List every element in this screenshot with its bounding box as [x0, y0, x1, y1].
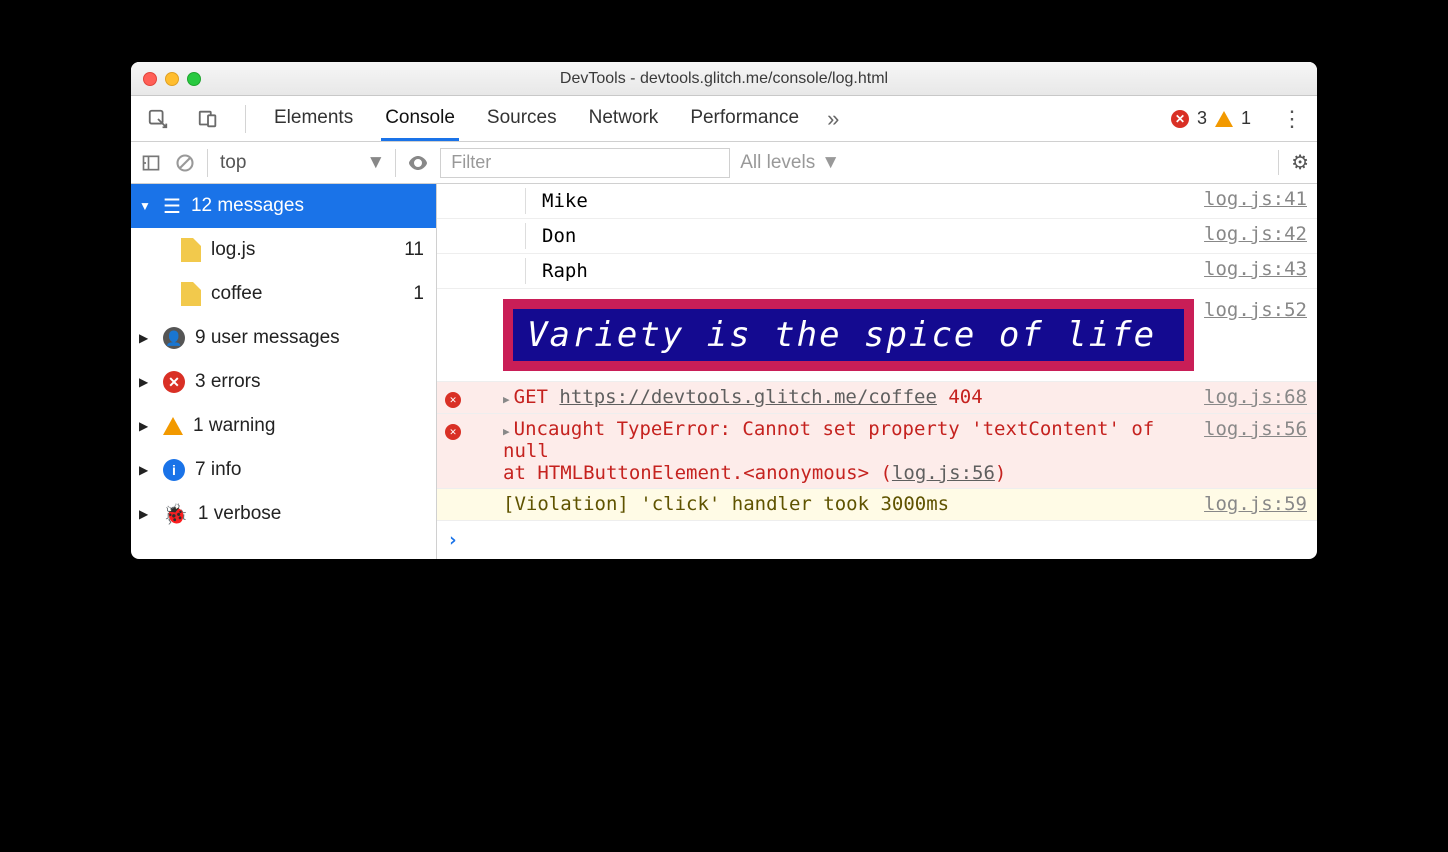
error-icon: ✕ — [163, 371, 185, 393]
tab-sources[interactable]: Sources — [483, 97, 561, 141]
window-title: DevTools - devtools.glitch.me/console/lo… — [131, 70, 1317, 88]
sidebar-warnings[interactable]: 1 warning — [131, 404, 436, 448]
toggle-sidebar-icon[interactable] — [139, 153, 163, 173]
file-count: 1 — [413, 283, 424, 305]
group-label: 1 warning — [193, 415, 275, 437]
filter-input[interactable] — [440, 148, 730, 178]
log-row-network-error[interactable]: ✕ GET https://devtools.glitch.me/coffee … — [437, 382, 1317, 414]
devtools-window: DevTools - devtools.glitch.me/console/lo… — [131, 62, 1317, 559]
error-icon: ✕ — [445, 392, 461, 408]
user-icon: 👤 — [163, 327, 185, 349]
tab-network[interactable]: Network — [585, 97, 663, 141]
log-text: Mike — [525, 188, 1204, 214]
status-badges: ✕ 3 1 — [1171, 108, 1251, 129]
stack-tail: ) — [995, 462, 1006, 484]
sidebar-file-coffee[interactable]: coffee 1 — [131, 272, 436, 316]
file-name: log.js — [211, 239, 255, 261]
log-row-violation[interactable]: [Violation] 'click' handler took 3000ms … — [437, 489, 1317, 521]
context-value: top — [220, 152, 246, 174]
file-icon — [181, 238, 201, 262]
settings-menu-icon[interactable]: ⋮ — [1275, 106, 1309, 132]
error-icon: ✕ — [1171, 110, 1189, 128]
warning-icon — [163, 417, 183, 435]
warning-icon — [1215, 111, 1233, 127]
console-toolbar: top ▼ All levels ▼ ⚙ — [131, 142, 1317, 184]
sidebar-info[interactable]: i 7 info — [131, 448, 436, 492]
gear-icon[interactable]: ⚙ — [1278, 150, 1309, 175]
more-tabs-icon[interactable]: » — [827, 106, 839, 132]
log-source-link[interactable]: log.js:59 — [1204, 493, 1307, 515]
tab-console[interactable]: Console — [381, 97, 459, 141]
styled-log-text: Variety is the spice of life — [503, 299, 1194, 371]
info-icon: i — [163, 459, 185, 481]
divider — [395, 149, 396, 177]
inspect-icon[interactable] — [145, 108, 171, 130]
chevron-right-icon — [139, 463, 153, 477]
request-url[interactable]: https://devtools.glitch.me/coffee — [559, 386, 937, 408]
stack-location-link[interactable]: log.js:56 — [892, 462, 995, 484]
console-sidebar: ☰ 12 messages log.js 11 coffee 1 👤 9 use… — [131, 184, 437, 559]
exception-stack: at HTMLButtonElement.<anonymous> ( — [503, 462, 892, 484]
chevron-right-icon — [139, 419, 153, 433]
levels-label: All levels — [740, 152, 815, 174]
chevron-right-icon — [503, 386, 514, 408]
file-name: coffee — [211, 283, 262, 305]
log-source-link[interactable]: log.js:41 — [1204, 188, 1307, 210]
log-row-styled[interactable]: Variety is the spice of life log.js:52 — [437, 289, 1317, 382]
log-source-link[interactable]: log.js:43 — [1204, 258, 1307, 280]
method: GET — [514, 386, 548, 408]
log-source-link[interactable]: log.js:68 — [1204, 386, 1307, 408]
device-toggle-icon[interactable] — [195, 108, 221, 130]
sidebar-errors[interactable]: ✕ 3 errors — [131, 360, 436, 404]
log-row[interactable]: Mike log.js:41 — [437, 184, 1317, 219]
warning-count[interactable]: 1 — [1241, 108, 1251, 129]
sidebar-messages-label: 12 messages — [191, 195, 304, 217]
dropdown-icon: ▼ — [366, 152, 385, 174]
group-label: 1 verbose — [198, 503, 281, 525]
window-titlebar: DevTools - devtools.glitch.me/console/lo… — [131, 62, 1317, 96]
file-count: 11 — [404, 239, 424, 261]
dropdown-icon: ▼ — [821, 152, 840, 174]
sidebar-user-messages[interactable]: 👤 9 user messages — [131, 316, 436, 360]
sidebar-verbose[interactable]: 🐞 1 verbose — [131, 492, 436, 536]
file-icon — [181, 282, 201, 306]
divider — [245, 105, 246, 133]
chevron-down-icon — [139, 199, 153, 213]
clear-console-icon[interactable] — [173, 153, 197, 173]
error-icon: ✕ — [445, 424, 461, 440]
chevron-right-icon — [503, 418, 514, 440]
log-source-link[interactable]: log.js:52 — [1204, 293, 1307, 321]
devtools-tabs: Elements Console Sources Network Perform… — [131, 96, 1317, 142]
exception-message: Uncaught TypeError: Cannot set property … — [503, 418, 1154, 462]
log-text: Raph — [525, 258, 1204, 284]
status-code: 404 — [948, 386, 982, 408]
eye-icon[interactable] — [406, 151, 430, 175]
bug-icon: 🐞 — [163, 502, 188, 527]
group-label: 3 errors — [195, 371, 260, 393]
log-row-exception[interactable]: ✕ Uncaught TypeError: Cannot set propert… — [437, 414, 1317, 489]
log-source-link[interactable]: log.js:56 — [1204, 418, 1307, 440]
chevron-right-icon — [139, 331, 153, 345]
list-icon: ☰ — [163, 194, 181, 219]
tab-performance[interactable]: Performance — [686, 97, 803, 141]
console-log-pane: Mike log.js:41 Don log.js:42 Raph log.js… — [437, 184, 1317, 559]
prompt-caret: › — [447, 529, 458, 551]
tab-elements[interactable]: Elements — [270, 97, 357, 141]
chevron-right-icon — [139, 375, 153, 389]
context-selector[interactable]: top ▼ — [207, 149, 385, 177]
log-source-link[interactable]: log.js:42 — [1204, 223, 1307, 245]
log-row[interactable]: Raph log.js:43 — [437, 254, 1317, 289]
console-body: ☰ 12 messages log.js 11 coffee 1 👤 9 use… — [131, 184, 1317, 559]
chevron-right-icon — [139, 507, 153, 521]
log-text: Don — [525, 223, 1204, 249]
console-prompt[interactable]: › — [437, 521, 1317, 559]
log-row[interactable]: Don log.js:42 — [437, 219, 1317, 254]
error-count[interactable]: 3 — [1197, 108, 1207, 129]
sidebar-messages[interactable]: ☰ 12 messages — [131, 184, 436, 228]
group-label: 9 user messages — [195, 327, 340, 349]
group-label: 7 info — [195, 459, 241, 481]
sidebar-file-logjs[interactable]: log.js 11 — [131, 228, 436, 272]
violation-text: [Violation] 'click' handler took 3000ms — [503, 493, 1204, 515]
log-levels-selector[interactable]: All levels ▼ — [740, 152, 840, 174]
